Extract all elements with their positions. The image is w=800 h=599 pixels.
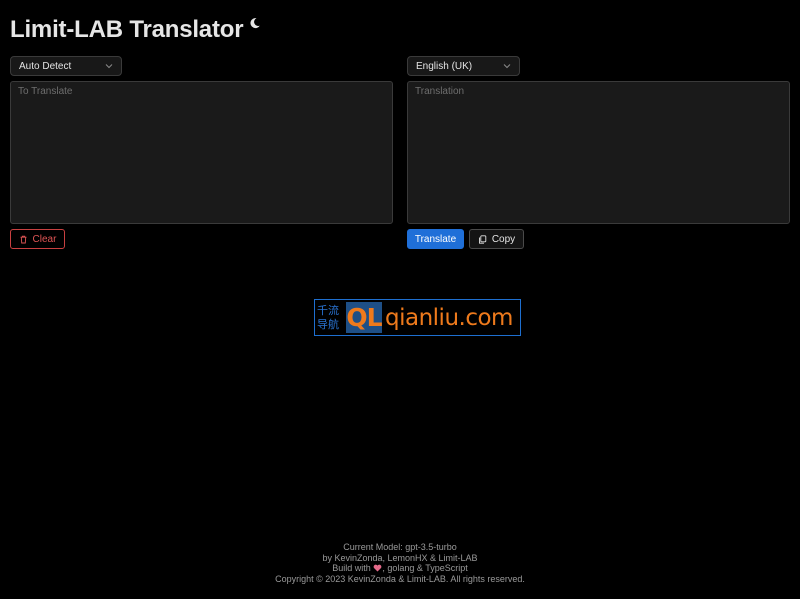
watermark-cn-line2: 导航 [317, 317, 339, 331]
current-model: Current Model: gpt-3.5-turbo [343, 542, 457, 552]
authors: by KevinZonda, LemonHX & Limit-LAB [322, 552, 478, 563]
copyright: Copyright © 2023 KevinZonda & Limit-LAB.… [275, 573, 525, 584]
translator-page: Limit-LAB Translator Auto Detect English… [0, 0, 800, 599]
watermark-cn-text: 千流 导航 [317, 304, 345, 332]
heart-icon [373, 564, 382, 572]
watermark-domain: qianliu.com [385, 304, 513, 331]
footer: Current Model: gpt-3.5-turbo by KevinZon… [0, 542, 800, 584]
watermark-ql-mark: QL [346, 302, 383, 333]
target-language-select[interactable]: English (UK) [407, 56, 520, 76]
copy-button-label: Copy [491, 233, 516, 245]
qianliu-watermark-logo: 千流 导航 QL qianliu.com [314, 299, 521, 336]
clear-button[interactable]: Clear [10, 229, 65, 249]
source-language-value: Auto Detect [19, 60, 72, 72]
translation-placeholder: Translation [415, 86, 465, 97]
source-placeholder: To Translate [18, 86, 73, 97]
watermark-ql-text: QL [346, 303, 382, 332]
build-prefix: Build with [332, 563, 371, 573]
translation-output[interactable]: Translation [407, 81, 790, 224]
chevron-down-icon [503, 64, 511, 69]
copy-icon [478, 234, 487, 244]
source-language-select[interactable]: Auto Detect [10, 56, 122, 76]
build-info: Build with , golang & TypeScript [0, 563, 800, 574]
source-text-input[interactable]: To Translate [10, 81, 393, 224]
watermark-cn-line1: 千流 [317, 303, 339, 317]
moon-icon[interactable] [249, 17, 261, 29]
clear-button-label: Clear [32, 233, 57, 245]
translate-button-label: Translate [414, 233, 457, 245]
trash-icon [20, 235, 27, 243]
header: Limit-LAB Translator [10, 15, 261, 45]
copy-button[interactable]: Copy [469, 229, 524, 249]
app-title: Limit-LAB Translator [10, 16, 244, 43]
target-language-value: English (UK) [416, 60, 473, 72]
build-suffix: , golang & TypeScript [382, 563, 468, 573]
translate-button[interactable]: Translate [407, 229, 464, 249]
chevron-down-icon [105, 64, 113, 69]
